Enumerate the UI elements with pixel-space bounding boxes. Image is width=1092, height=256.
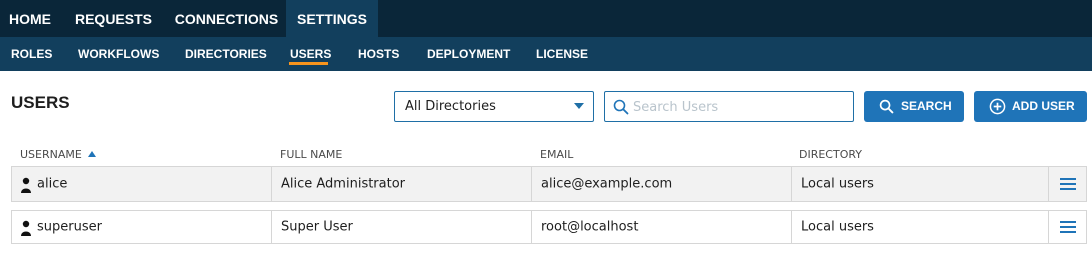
top-nav: HOME REQUESTS CONNECTIONS SETTINGS [0, 0, 1092, 37]
plus-circle-icon [989, 98, 1006, 115]
directory-text: Local users [801, 176, 874, 192]
table-row[interactable]: alice Alice Administrator alice@example.… [11, 166, 1087, 202]
cell-username: alice [12, 167, 271, 201]
search-button-label: SEARCH [901, 99, 952, 113]
full-name-text: Alice Administrator [281, 176, 406, 192]
sub-nav: ROLES WORKFLOWS DIRECTORIES USERS HOSTS … [0, 37, 1092, 71]
directory-select-value: All Directories [405, 99, 496, 114]
column-header-full-name[interactable]: FULL NAME [280, 148, 342, 161]
username-text: superuser [37, 219, 102, 235]
cell-directory: Local users [791, 167, 1050, 201]
email-text: alice@example.com [541, 176, 673, 192]
table-row[interactable]: superuser Super User root@localhost Loca… [11, 210, 1087, 244]
cell-directory: Local users [791, 211, 1050, 243]
subnav-item-directories[interactable]: DIRECTORIES [185, 37, 267, 71]
tab-settings[interactable]: SETTINGS [286, 0, 378, 37]
search-button[interactable]: SEARCH [864, 91, 964, 122]
tab-connections[interactable]: CONNECTIONS [167, 0, 286, 37]
username-text: alice [37, 176, 68, 192]
add-user-button[interactable]: ADD USER [974, 91, 1087, 122]
add-user-button-label: ADD USER [1012, 99, 1075, 113]
email-text: root@localhost [541, 219, 639, 235]
tab-requests[interactable]: REQUESTS [60, 0, 167, 37]
search-icon [613, 99, 629, 119]
subnav-item-workflows[interactable]: WORKFLOWS [78, 37, 159, 71]
subnav-item-deployment[interactable]: DEPLOYMENT [427, 37, 510, 71]
column-header-email[interactable]: EMAIL [540, 148, 573, 161]
column-header-label: USERNAME [20, 148, 82, 161]
search-input[interactable] [633, 95, 848, 119]
active-subnav-indicator [289, 62, 328, 65]
cell-full-name: Super User [271, 211, 531, 243]
menu-icon[interactable] [1048, 211, 1086, 243]
subnav-item-license[interactable]: LICENSE [536, 37, 588, 71]
column-header-directory[interactable]: DIRECTORY [799, 148, 862, 161]
column-header-username[interactable]: USERNAME [20, 148, 96, 161]
search-icon [879, 99, 894, 114]
page-title: USERS [11, 93, 70, 112]
menu-icon[interactable] [1048, 167, 1086, 201]
cell-full-name: Alice Administrator [271, 167, 531, 201]
cell-email: root@localhost [531, 211, 791, 243]
user-icon [21, 177, 31, 193]
subnav-item-roles[interactable]: ROLES [11, 37, 52, 71]
tab-home[interactable]: HOME [0, 0, 60, 37]
subnav-item-users[interactable]: USERS [290, 37, 331, 71]
user-icon [21, 220, 31, 236]
chevron-down-icon [574, 103, 584, 109]
subnav-item-hosts[interactable]: HOSTS [358, 37, 399, 71]
directory-select[interactable]: All Directories [394, 91, 594, 122]
directory-text: Local users [801, 219, 874, 235]
sort-asc-icon [87, 151, 96, 157]
cell-username: superuser [12, 211, 271, 243]
search-field[interactable] [604, 91, 854, 122]
full-name-text: Super User [281, 219, 353, 235]
cell-email: alice@example.com [531, 167, 791, 201]
